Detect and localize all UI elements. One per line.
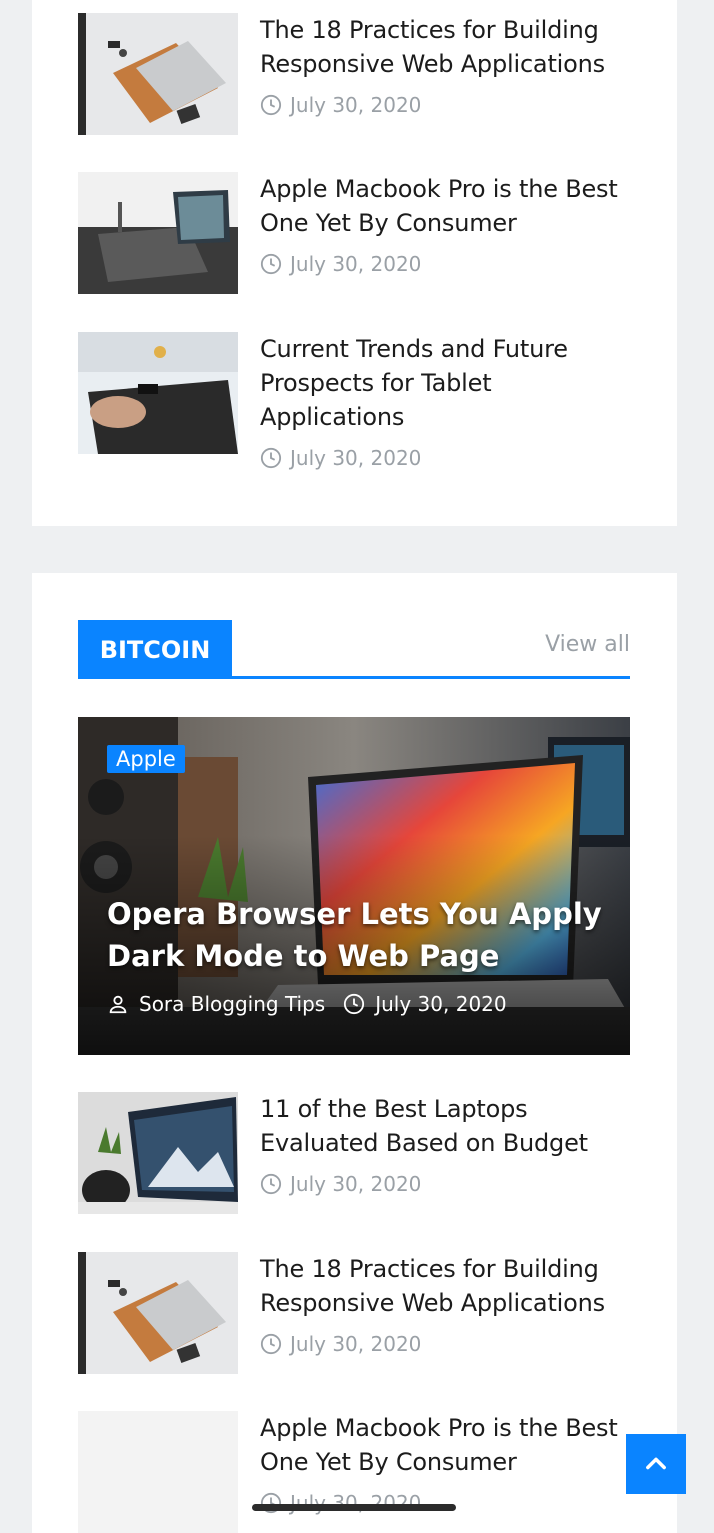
category-badge[interactable]: Apple xyxy=(107,745,185,773)
post-thumbnail[interactable] xyxy=(78,1411,238,1533)
clock-icon xyxy=(260,1333,282,1355)
list-item[interactable]: The 18 Practices for Building Responsive… xyxy=(78,13,638,143)
clock-icon xyxy=(260,447,282,469)
list-item[interactable]: Current Trends and Future Prospects for … xyxy=(78,332,638,472)
post-thumbnail[interactable] xyxy=(78,172,238,294)
view-all-link[interactable]: View all xyxy=(545,632,630,657)
chevron-up-icon xyxy=(646,1457,666,1470)
post-date: July 30, 2020 xyxy=(260,93,421,117)
section-title[interactable]: BITCOIN xyxy=(78,620,232,679)
featured-post[interactable]: Apple Opera Browser Lets You Apply Dark … xyxy=(78,717,630,1055)
clock-icon xyxy=(260,1173,282,1195)
list-item[interactable]: Apple Macbook Pro is the Best One Yet By… xyxy=(78,1411,638,1533)
post-date-text: July 30, 2020 xyxy=(290,446,422,470)
post-date-text: July 30, 2020 xyxy=(290,1332,422,1356)
list-item[interactable]: Apple Macbook Pro is the Best One Yet By… xyxy=(78,172,638,302)
section-divider xyxy=(78,676,630,679)
post-date: July 30, 2020 xyxy=(260,1491,421,1515)
post-thumbnail[interactable] xyxy=(78,1092,238,1214)
post-date-text: July 30, 2020 xyxy=(290,93,422,117)
post-title[interactable]: 11 of the Best Laptops Evaluated Based o… xyxy=(260,1092,635,1160)
user-icon xyxy=(109,995,127,1014)
list-item[interactable]: 11 of the Best Laptops Evaluated Based o… xyxy=(78,1092,638,1222)
featured-title[interactable]: Opera Browser Lets You Apply Dark Mode t… xyxy=(107,893,607,977)
post-title[interactable]: Current Trends and Future Prospects for … xyxy=(260,332,635,434)
post-thumbnail[interactable] xyxy=(78,13,238,135)
section-header: BITCOIN View all xyxy=(78,620,630,679)
post-date: July 30, 2020 xyxy=(260,1172,421,1196)
post-title[interactable]: Apple Macbook Pro is the Best One Yet By… xyxy=(260,1411,635,1479)
post-thumbnail[interactable] xyxy=(78,1252,238,1374)
post-date: July 30, 2020 xyxy=(260,252,421,276)
post-title[interactable]: Apple Macbook Pro is the Best One Yet By… xyxy=(260,172,635,240)
post-thumbnail[interactable] xyxy=(78,332,238,454)
post-date-text: July 30, 2020 xyxy=(290,1172,422,1196)
list-item[interactable]: The 18 Practices for Building Responsive… xyxy=(78,1252,638,1382)
clock-icon xyxy=(344,993,365,1015)
featured-meta: Sora Blogging Tips July 30, 2020 xyxy=(107,992,507,1016)
home-indicator[interactable] xyxy=(252,1504,456,1511)
clock-icon xyxy=(260,94,282,116)
post-date-text: July 30, 2020 xyxy=(290,252,422,276)
post-title[interactable]: The 18 Practices for Building Responsive… xyxy=(260,13,635,81)
clock-icon xyxy=(260,253,282,275)
back-to-top-button[interactable] xyxy=(626,1434,686,1494)
author-name[interactable]: Sora Blogging Tips xyxy=(139,992,325,1016)
featured-date: July 30, 2020 xyxy=(375,992,507,1016)
post-title[interactable]: The 18 Practices for Building Responsive… xyxy=(260,1252,635,1320)
post-date-text: July 30, 2020 xyxy=(290,1491,422,1515)
post-date: July 30, 2020 xyxy=(260,446,421,470)
post-date: July 30, 2020 xyxy=(260,1332,421,1356)
